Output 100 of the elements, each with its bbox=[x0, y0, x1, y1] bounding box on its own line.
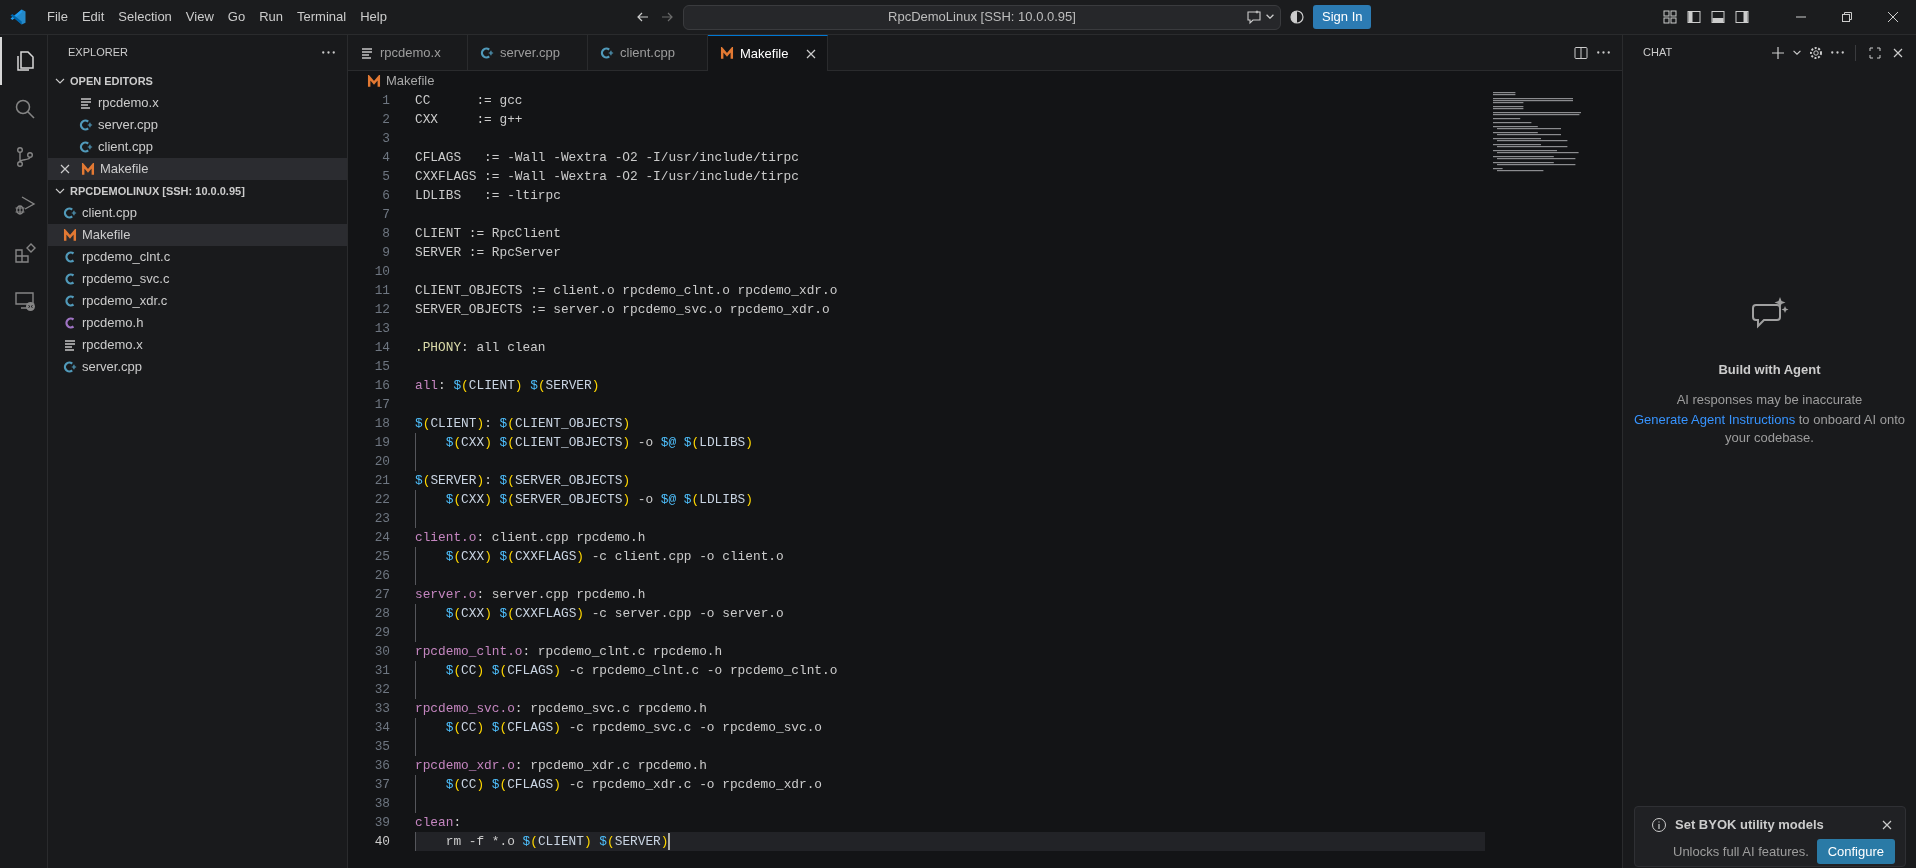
caret-icon[interactable] bbox=[1793, 50, 1801, 55]
more-icon bbox=[1597, 51, 1610, 54]
logo-icon bbox=[9, 8, 27, 26]
close-icon bbox=[1887, 11, 1899, 23]
tree-item[interactable]: rpcdemo.h bbox=[48, 312, 347, 334]
generate-instructions-link[interactable]: Generate Agent Instructions bbox=[1634, 412, 1796, 427]
menu-item[interactable]: Terminal bbox=[290, 5, 354, 29]
command-center[interactable]: RpcDemoLinux [SSH: 10.0.0.95] bbox=[683, 4, 1281, 30]
maximize-icon[interactable] bbox=[1867, 44, 1883, 61]
line-number: 6 bbox=[382, 188, 390, 203]
tree-item[interactable]: rpcdemo.x bbox=[48, 334, 347, 356]
menu-item[interactable]: Selection bbox=[111, 5, 179, 29]
menu-item[interactable]: Edit bbox=[74, 5, 112, 29]
menu-item[interactable]: File bbox=[40, 5, 75, 29]
line-number: 21 bbox=[374, 473, 390, 488]
m-icon bbox=[720, 47, 734, 60]
code-line: $(CC) $(CFLAGS) -c rpcdemo_clnt.c -o rpcdemo_clnt.o bbox=[445, 663, 838, 678]
tree-item[interactable]: Makefile bbox=[48, 224, 347, 246]
plus-icon[interactable] bbox=[1770, 44, 1786, 61]
code-line: rm -f *.o $(CLIENT) $(SERVER) bbox=[445, 834, 669, 849]
code-line: clean: bbox=[415, 815, 462, 830]
section-header[interactable]: RPCDEMOLINUX [SSH: 10.0.0.95] bbox=[48, 180, 347, 202]
more-button[interactable] bbox=[322, 51, 335, 54]
more-button[interactable] bbox=[1831, 51, 1844, 54]
command-center-text: RpcDemoLinux [SSH: 10.0.0.95] bbox=[888, 8, 1076, 27]
line-number: 40 bbox=[374, 834, 390, 849]
layout-icon[interactable] bbox=[1662, 9, 1678, 25]
menu-item[interactable]: Run bbox=[252, 5, 290, 29]
line-number: 28 bbox=[374, 606, 390, 621]
code-line: all: $(CLIENT) $(SERVER) bbox=[415, 378, 600, 393]
line-number: 5 bbox=[382, 169, 390, 184]
split-editor-icon[interactable] bbox=[1573, 44, 1589, 61]
code-line: $(CXX) $(CXXFLAGS) -c client.cpp -o client.o bbox=[445, 549, 784, 564]
c-icon bbox=[63, 316, 76, 330]
left-panel-icon[interactable] bbox=[1686, 9, 1702, 25]
tree-item[interactable]: server.cpp bbox=[48, 356, 347, 378]
chat-bubble-icon bbox=[1246, 8, 1262, 25]
line-number: 14 bbox=[374, 340, 390, 355]
menu-item[interactable]: View bbox=[178, 5, 221, 29]
code-line: rpcdemo_xdr.o: rpcdemo_xdr.c rpcdemo.h bbox=[415, 758, 707, 773]
restore-icon bbox=[1841, 11, 1853, 23]
line-number: 7 bbox=[382, 207, 390, 222]
tree-item[interactable]: client.cpp bbox=[48, 202, 347, 224]
tree-item[interactable]: Makefile bbox=[48, 158, 347, 180]
code-line: $(CXX) $(SERVER_OBJECTS) -o $@ $(LDLIBS) bbox=[445, 492, 753, 507]
bottom-panel-icon[interactable] bbox=[1710, 9, 1726, 25]
configure-button[interactable]: Configure bbox=[1816, 838, 1895, 864]
more-icon bbox=[322, 51, 335, 54]
c-plus-icon bbox=[78, 140, 93, 154]
code-line: $(CC) $(CFLAGS) -c rpcdemo_xdr.c -o rpcdemo_xdr.o bbox=[445, 777, 823, 792]
tree-item[interactable]: server.cpp bbox=[48, 114, 347, 136]
breadcrumb[interactable]: Makefile bbox=[348, 71, 1622, 91]
lines-icon bbox=[78, 97, 93, 109]
line-number: 19 bbox=[374, 435, 390, 450]
line-number: 30 bbox=[374, 644, 390, 659]
line-number: 17 bbox=[374, 397, 390, 412]
line-number: 8 bbox=[382, 226, 390, 241]
c-plus-icon bbox=[62, 206, 77, 220]
line-number: 39 bbox=[374, 815, 390, 830]
line-number: 33 bbox=[374, 701, 390, 716]
settings-icon[interactable] bbox=[1808, 44, 1824, 61]
editor-tab[interactable]: Makefile bbox=[708, 35, 828, 71]
line-number: 9 bbox=[382, 245, 390, 260]
code-line: rpcdemo_svc.o: rpcdemo_svc.c rpcdemo.h bbox=[415, 701, 707, 716]
tree-item[interactable]: client.cpp bbox=[48, 136, 347, 158]
line-number: 27 bbox=[374, 587, 390, 602]
instructions-text: Generate Agent Instructions to onboard AI onto your codebase. bbox=[1633, 411, 1906, 447]
line-number: 31 bbox=[374, 663, 390, 678]
code-line: $(CXX) $(CLIENT_OBJECTS) -o $@ $(LDLIBS) bbox=[445, 435, 753, 450]
tree-item[interactable]: rpcdemo_svc.c bbox=[48, 268, 347, 290]
extensions-icon bbox=[13, 241, 37, 265]
lines-icon bbox=[62, 339, 77, 351]
menu-item[interactable]: Help bbox=[353, 5, 394, 29]
code-line: $(CXX) $(CXXFLAGS) -c server.cpp -o server.o bbox=[445, 606, 784, 621]
right-panel-icon[interactable] bbox=[1734, 9, 1750, 25]
menu-item[interactable]: Go bbox=[220, 5, 253, 29]
code-line: CFLAGS := -Wall -Wextra -O2 -I/usr/include/tirpc bbox=[415, 150, 799, 165]
line-number: 20 bbox=[374, 454, 390, 469]
panel-title: CHAT bbox=[1643, 45, 1673, 61]
line-number: 32 bbox=[374, 682, 390, 697]
caret-icon bbox=[1266, 14, 1274, 19]
more-button[interactable] bbox=[1597, 51, 1610, 54]
line-number: 11 bbox=[374, 283, 390, 298]
sign-in-button[interactable]: Sign In bbox=[1313, 5, 1372, 29]
line-number: 4 bbox=[382, 150, 390, 165]
line-number: 22 bbox=[374, 492, 390, 507]
c-icon bbox=[63, 272, 76, 286]
text-cursor bbox=[668, 833, 671, 851]
tree-item[interactable]: rpcdemo_clnt.c bbox=[48, 246, 347, 268]
tree-item[interactable]: rpcdemo.x bbox=[48, 92, 347, 114]
c-plus-icon bbox=[62, 360, 77, 374]
line-number: 24 bbox=[374, 530, 390, 545]
half-circle-icon[interactable] bbox=[1289, 9, 1305, 25]
section-header[interactable]: OPEN EDITORS bbox=[48, 70, 347, 92]
code-line: SERVER := RpcServer bbox=[415, 245, 561, 260]
sidebar-title: EXPLORER bbox=[68, 45, 128, 61]
tree-item[interactable]: rpcdemo_xdr.c bbox=[48, 290, 347, 312]
code-line: CLIENT := RpcClient bbox=[415, 226, 561, 241]
line-number: 10 bbox=[374, 264, 390, 279]
line-number: 12 bbox=[374, 302, 390, 317]
